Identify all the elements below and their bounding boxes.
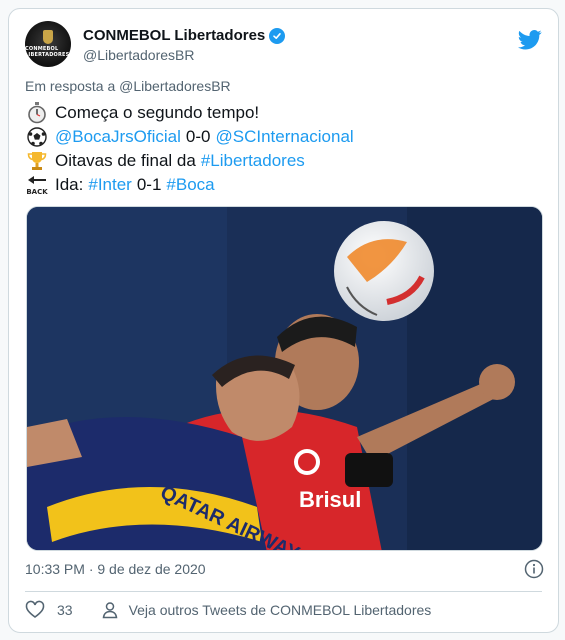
tweet-line-4: BACK Ida: #Inter 0-1 #Boca — [25, 173, 545, 197]
tweet-header: CONMEBOL LIBERTADORES CONMEBOL Libertado… — [21, 21, 546, 69]
tweet-line-3: Oitavas de final da #Libertadores — [25, 149, 545, 173]
tweet-line-1: Começa o segundo tempo! — [25, 101, 545, 125]
back-arrow-icon: BACK — [25, 174, 49, 196]
tweet-line-2: @BocaJrsOficial 0-0 @SCInternacional — [25, 125, 545, 149]
verified-badge-icon — [269, 27, 286, 44]
person-icon[interactable] — [101, 601, 119, 619]
first-leg-label: Ida: — [55, 175, 84, 194]
stopwatch-icon — [25, 102, 49, 124]
tweet-card[interactable]: CONMEBOL LIBERTADORES CONMEBOL Libertado… — [8, 8, 559, 633]
more-tweets-link[interactable]: Veja outros Tweets de CONMEBOL Libertado… — [129, 602, 432, 618]
handle[interactable]: @LibertadoresBR — [83, 47, 285, 63]
tweet-body: Começa o segundo tempo! @BocaJrsOficial … — [25, 101, 545, 197]
hashtag-inter[interactable]: #Inter — [88, 175, 131, 195]
reply-context: Em resposta a @LibertadoresBR — [25, 78, 231, 94]
mention-internacional[interactable]: @SCInternacional — [215, 127, 353, 147]
timestamp[interactable]: 10:33 PM · 9 de dez de 2020 — [25, 561, 206, 577]
reply-mention[interactable]: @LibertadoresBR — [119, 78, 231, 94]
score-first-leg: 0-1 — [136, 175, 162, 194]
score-now: 0-0 — [185, 127, 211, 146]
reply-prefix: Em resposta a — [25, 78, 116, 94]
hashtag-boca[interactable]: #Boca — [166, 175, 214, 195]
heart-icon[interactable] — [25, 600, 45, 620]
red-jersey-text: Brisul — [299, 487, 361, 512]
soccer-ball-icon — [25, 126, 49, 148]
twitter-bird-icon[interactable] — [518, 29, 542, 51]
info-icon[interactable] — [524, 559, 544, 579]
display-name[interactable]: CONMEBOL Libertadores — [83, 27, 265, 44]
tweet-line-1-text: Começa o segundo tempo! — [55, 103, 260, 122]
mention-boca[interactable]: @BocaJrsOficial — [55, 127, 181, 147]
trophy-icon — [25, 150, 49, 172]
hashtag-libertadores[interactable]: #Libertadores — [201, 151, 305, 171]
avatar[interactable]: CONMEBOL LIBERTADORES — [25, 21, 71, 67]
soccer-ball — [334, 221, 434, 321]
back-icon-text: BACK — [26, 188, 48, 196]
avatar-text: CONMEBOL LIBERTADORES — [25, 46, 70, 58]
action-bar: 33 Veja outros Tweets de CONMEBOL Libert… — [25, 599, 431, 621]
like-count[interactable]: 33 — [57, 602, 73, 618]
divider — [25, 591, 542, 592]
trophy-logo-icon — [43, 30, 53, 44]
tweet-line-3-text: Oitavas de final da — [55, 151, 196, 170]
tweet-photo[interactable]: Brisul QATAR AIRWAYS — [26, 206, 543, 551]
